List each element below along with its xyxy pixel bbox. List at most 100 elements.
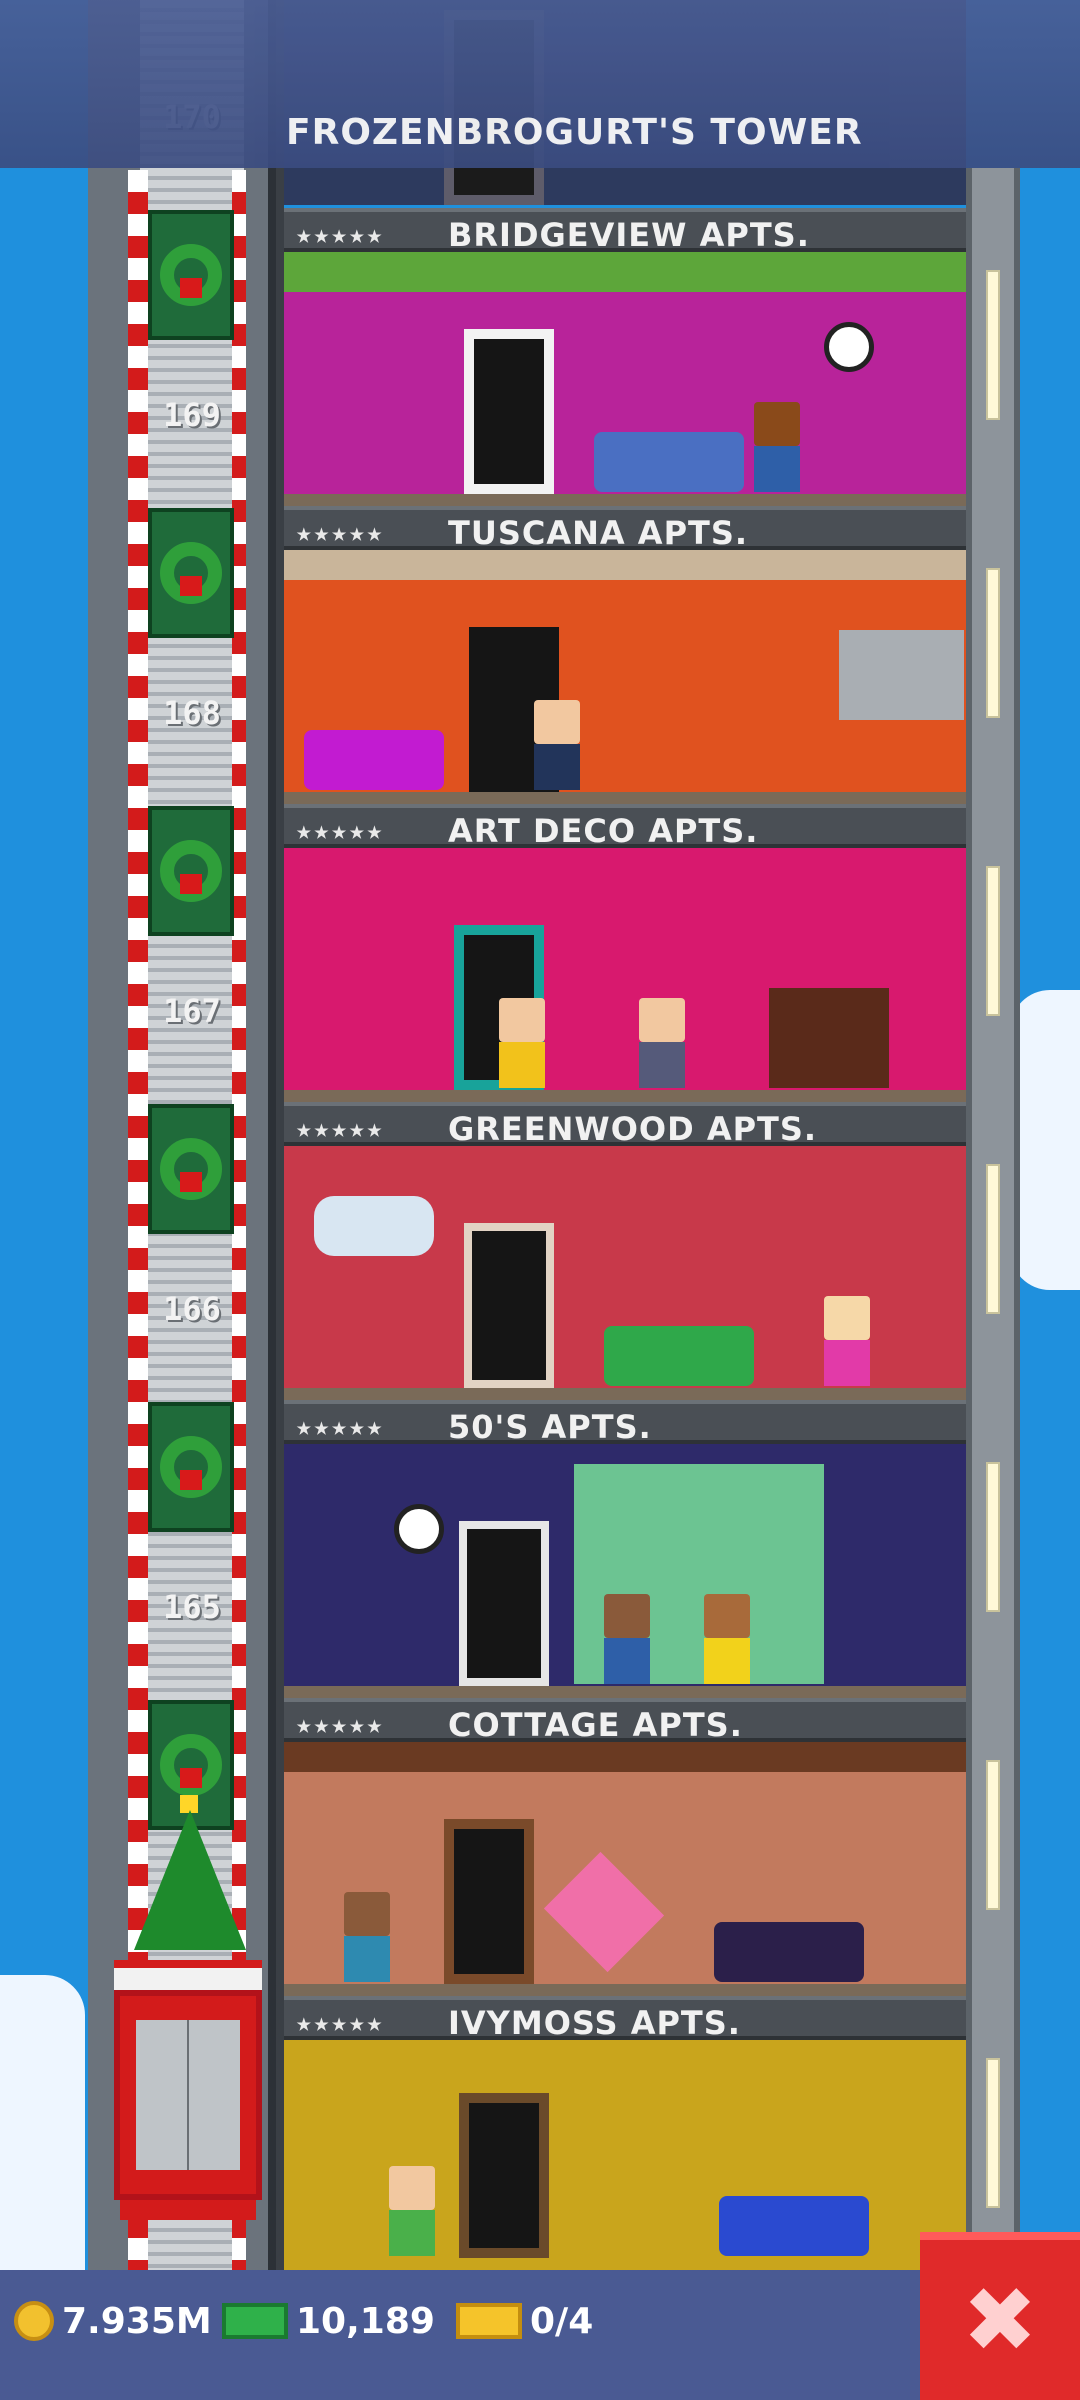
sofa (604, 1326, 754, 1386)
candy-cane-trim (128, 170, 148, 2270)
rating-stars: ★★★★★ (296, 518, 385, 548)
floor-number: 169 (163, 396, 221, 434)
tower-window (986, 1164, 1000, 1314)
tickets-value: 0/4 (530, 2300, 594, 2342)
window (314, 1196, 434, 1256)
wreath-decoration (148, 806, 234, 936)
cabinet (839, 630, 964, 720)
floor-50s[interactable]: ★★★★★ 50'S APTS. (284, 1400, 966, 1698)
elevator-roof (114, 1960, 262, 1990)
coins-stat[interactable]: 7.935M (14, 2296, 212, 2346)
sofa (304, 730, 444, 790)
floor-number: 168 (163, 694, 221, 732)
rating-stars: ★★★★★ (296, 2008, 385, 2038)
resident-character (344, 1892, 390, 1982)
floor-ivymoss[interactable]: ★★★★★ IVYMOSS APTS. (284, 1996, 966, 2270)
heart-icon[interactable] (543, 1851, 665, 1973)
tower-title: FROZENBROGURT'S TOWER (286, 112, 863, 153)
floor-bridgeview[interactable]: ★★★★★ BRIDGEVIEW APTS. (284, 208, 966, 506)
floor-label-bar: ★★★★★ ART DECO APTS. (284, 804, 966, 850)
elevator-base (120, 2200, 256, 2220)
cloud (1010, 990, 1080, 1290)
room-door (459, 2093, 549, 2258)
floor-name: 50'S APTS. (448, 1408, 652, 1446)
cloud (0, 1975, 85, 2275)
room-interior (284, 1444, 966, 1698)
room-floor (284, 494, 966, 506)
floor-greenwood[interactable]: ★★★★★ GREENWOOD APTS. (284, 1102, 966, 1400)
floor-label-bar: ★★★★★ GREENWOOD APTS. (284, 1102, 966, 1148)
resident-character (754, 402, 800, 492)
room-door (464, 1223, 554, 1388)
resident-character (824, 1296, 870, 1386)
wreath-icon (160, 542, 222, 604)
room-floor (284, 1984, 966, 1996)
room-interior (284, 1146, 966, 1400)
room-beam (284, 1742, 966, 1772)
rating-stars: ★★★★★ (296, 220, 385, 250)
christmas-tree (134, 1810, 246, 1950)
close-icon: ✖ (962, 2267, 1038, 2373)
room-floor (284, 1686, 966, 1698)
fireplace (769, 988, 889, 1088)
room-floor (284, 1090, 966, 1102)
candy-cane-trim (232, 170, 246, 2270)
floor-name: ART DECO APTS. (448, 812, 759, 850)
floor-art-deco[interactable]: ★★★★★ ART DECO APTS. (284, 804, 966, 1102)
tickets-stat[interactable]: 0/4 (456, 2296, 593, 2346)
room-interior (284, 252, 966, 506)
floor-label-bar: ★★★★★ IVYMOSS APTS. (284, 1996, 966, 2042)
room-interior (284, 848, 966, 1102)
floor-name: GREENWOOD APTS. (448, 1110, 818, 1148)
sofa (719, 2196, 869, 2256)
room-interior (284, 2040, 966, 2270)
resident-character (639, 998, 685, 1088)
wreath-decoration (148, 508, 234, 638)
resident-character (499, 998, 545, 1088)
tower-wall-left (276, 0, 284, 2270)
floor-number: 165 (163, 1588, 221, 1626)
floor-name: BRIDGEVIEW APTS. (448, 216, 810, 254)
floor-label-bar: ★★★★★ BRIDGEVIEW APTS. (284, 208, 966, 254)
resident-character (604, 1594, 650, 1684)
floor-name: IVYMOSS APTS. (448, 2004, 741, 2042)
wreath-icon (160, 1436, 222, 1498)
room-door (464, 329, 554, 494)
wreath-decoration (148, 1104, 234, 1234)
room-door (459, 1521, 549, 1686)
room-interior (284, 1742, 966, 1996)
rating-stars: ★★★★★ (296, 1710, 385, 1740)
coins-value: 7.935M (62, 2300, 212, 2342)
elevator-door (136, 2020, 240, 2170)
resident-character (704, 1594, 750, 1684)
cash-value: 10,189 (296, 2300, 435, 2342)
golden-ticket-icon (456, 2303, 522, 2339)
rating-stars: ★★★★★ (296, 816, 385, 846)
floor-label-bar: ★★★★★ COTTAGE APTS. (284, 1698, 966, 1744)
room-floor (284, 792, 966, 804)
rating-stars: ★★★★★ (296, 1114, 385, 1144)
room-interior (284, 550, 966, 804)
elevator-car[interactable] (114, 1960, 262, 2230)
rating-stars: ★★★★★ (296, 1412, 385, 1442)
cash-stat[interactable]: 10,189 (222, 2296, 435, 2346)
title-bar: FROZENBROGURT'S TOWER (0, 0, 1080, 168)
floor-tuscana[interactable]: ★★★★★ TUSCANA APTS. (284, 506, 966, 804)
tower-window (986, 270, 1000, 420)
tower-window (986, 568, 1000, 718)
tower-window (986, 866, 1000, 1016)
sofa (594, 432, 744, 492)
resident-character (534, 700, 580, 790)
wreath-decoration (148, 1402, 234, 1532)
room-trim (284, 550, 966, 580)
floor-name: COTTAGE APTS. (448, 1706, 743, 1744)
room-trim (284, 252, 966, 292)
floor-number: 166 (163, 1290, 221, 1328)
floor-name: TUSCANA APTS. (448, 514, 749, 552)
wreath-icon (160, 840, 222, 902)
floor-label-bar: ★★★★★ 50'S APTS. (284, 1400, 966, 1446)
wreath-decoration (148, 210, 234, 340)
wreath-icon (160, 1734, 222, 1796)
floor-cottage[interactable]: ★★★★★ COTTAGE APTS. (284, 1698, 966, 1996)
close-button[interactable]: ✖ (920, 2232, 1080, 2400)
